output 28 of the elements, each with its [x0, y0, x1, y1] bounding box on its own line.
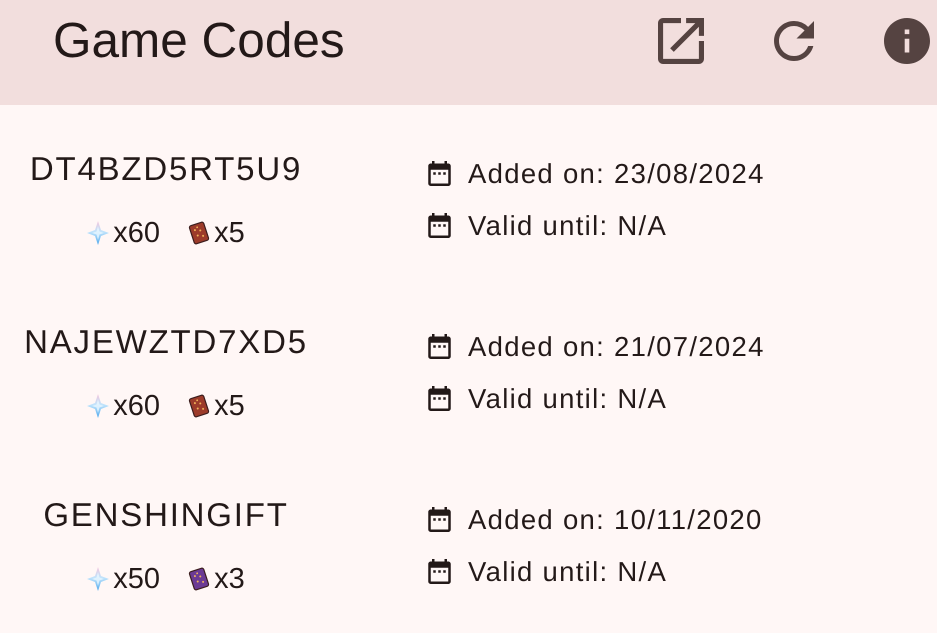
- calendar-icon: [427, 386, 452, 411]
- calendar-icon: [427, 559, 452, 584]
- gem-icon: [87, 394, 110, 418]
- date-text: Added on: 23/08/2024: [468, 158, 765, 188]
- gem-icon: [87, 220, 110, 244]
- reward-amount: x3: [214, 562, 245, 596]
- calendar-icon: [427, 213, 452, 238]
- date-text: Valid until: N/A: [468, 384, 668, 414]
- calendar-icon: [427, 507, 452, 532]
- reward-amount: x50: [113, 562, 160, 596]
- code-text: NAJEWZTD7XD5: [24, 322, 308, 362]
- calendar-icon: [427, 334, 452, 359]
- code-text: DT4BZD5RT5U9: [30, 148, 302, 188]
- reward-amount: x5: [214, 216, 245, 250]
- reward-amount: x60: [113, 388, 160, 424]
- code-text: GENSHINGIFT: [43, 494, 289, 534]
- date-text: Valid until: N/A: [468, 210, 668, 240]
- date-text: Valid until: N/A: [468, 556, 668, 586]
- date-text: Added on: 21/07/2024: [468, 332, 765, 362]
- calendar-icon: [427, 161, 452, 186]
- gem-icon: [87, 566, 110, 590]
- reward-amount: x5: [214, 388, 245, 424]
- refresh-icon: [774, 21, 814, 61]
- reward-amount: x60: [113, 216, 160, 250]
- info-icon: [884, 18, 930, 64]
- open-external-icon: [658, 18, 704, 64]
- app-title: Game Codes: [53, 12, 345, 70]
- date-text: Added on: 10/11/2020: [468, 504, 763, 534]
